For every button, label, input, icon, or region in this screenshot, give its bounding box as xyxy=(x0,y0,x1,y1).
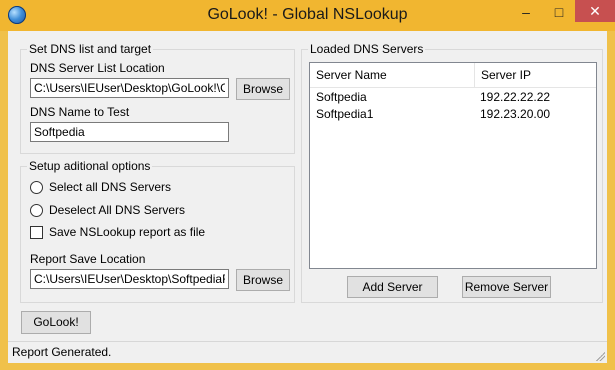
server-row[interactable]: Softpedia 192.22.22.22 xyxy=(310,89,596,106)
server-ip-cell: 192.22.22.22 xyxy=(480,90,551,104)
server-name-cell: Softpedia1 xyxy=(316,107,374,121)
maximize-button[interactable]: □ xyxy=(549,2,569,22)
server-list-location-label: DNS Server List Location xyxy=(30,61,165,75)
title-bar[interactable]: GoLook! - Global NSLookup – □ ✕ xyxy=(0,0,615,31)
loaded-servers-group: Loaded DNS Servers Server Name Server IP… xyxy=(301,42,603,303)
app-window: GoLook! - Global NSLookup – □ ✕ Set DNS … xyxy=(0,0,615,370)
options-legend: Setup aditional options xyxy=(27,159,153,173)
server-row[interactable]: Softpedia1 192.23.20.00 xyxy=(310,106,596,123)
column-header-server-ip[interactable]: Server IP xyxy=(474,63,596,87)
server-ip-cell: 192.23.20.00 xyxy=(480,107,551,121)
report-location-browse-button[interactable]: Browse xyxy=(236,269,290,291)
deselect-all-label[interactable]: Deselect All DNS Servers xyxy=(49,203,185,217)
golook-button[interactable]: GoLook! xyxy=(21,311,91,334)
client-area: Set DNS list and target DNS Server List … xyxy=(8,31,607,363)
dns-settings-group: Set DNS list and target DNS Server List … xyxy=(20,42,295,154)
status-text: Report Generated. xyxy=(12,345,112,359)
dns-settings-legend: Set DNS list and target xyxy=(27,42,154,56)
options-group: Setup aditional options Select all DNS S… xyxy=(20,159,295,303)
loaded-servers-legend: Loaded DNS Servers xyxy=(308,42,426,56)
server-list-view[interactable]: Server Name Server IP Softpedia 192.22.2… xyxy=(309,62,597,269)
column-header-server-name[interactable]: Server Name xyxy=(310,63,474,87)
report-location-field[interactable] xyxy=(30,269,229,289)
dns-name-label: DNS Name to Test xyxy=(30,105,130,119)
server-list-header: Server Name Server IP xyxy=(310,63,596,88)
server-list-browse-button[interactable]: Browse xyxy=(236,78,290,100)
deselect-all-radio[interactable] xyxy=(30,204,43,217)
save-report-label[interactable]: Save NSLookup report as file xyxy=(49,225,205,239)
close-button[interactable]: ✕ xyxy=(575,0,615,22)
status-bar: Report Generated. xyxy=(8,341,607,363)
server-list-location-field[interactable] xyxy=(30,78,229,98)
remove-server-button[interactable]: Remove Server xyxy=(462,276,551,298)
server-name-cell: Softpedia xyxy=(316,90,367,104)
minimize-button[interactable]: – xyxy=(516,2,536,22)
select-all-label[interactable]: Select all DNS Servers xyxy=(49,180,171,194)
resize-grip-icon[interactable] xyxy=(595,351,605,361)
save-report-checkbox[interactable] xyxy=(30,226,43,239)
report-location-label: Report Save Location xyxy=(30,252,146,266)
dns-name-field[interactable] xyxy=(30,122,229,142)
select-all-radio[interactable] xyxy=(30,181,43,194)
add-server-button[interactable]: Add Server xyxy=(347,276,438,298)
